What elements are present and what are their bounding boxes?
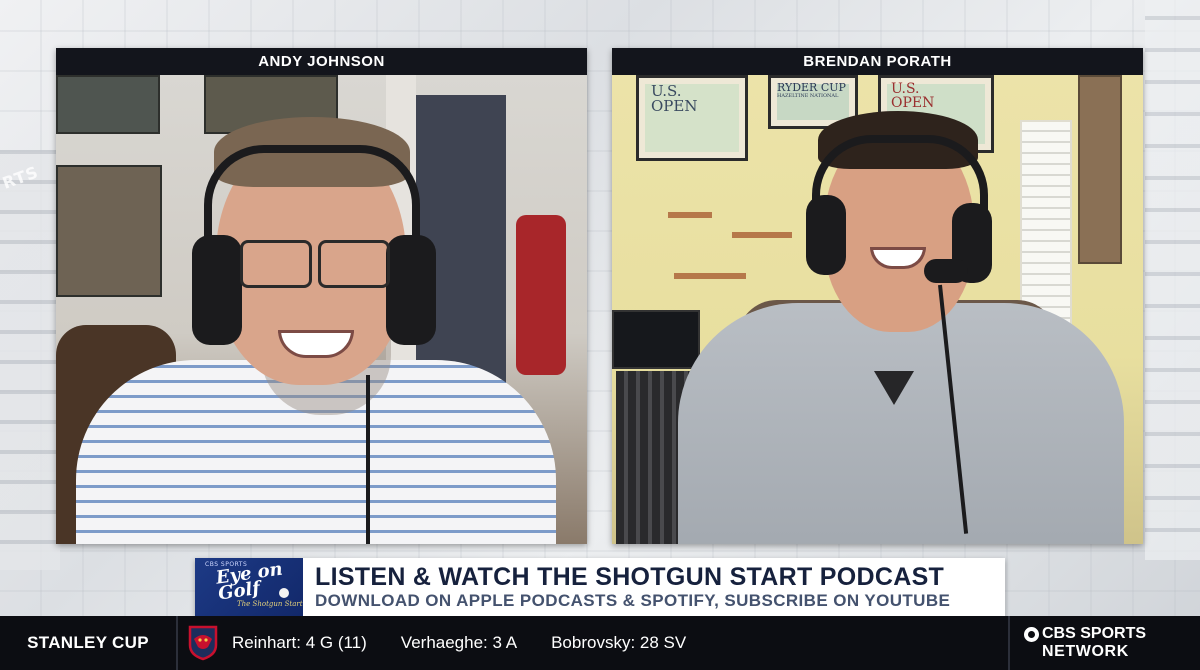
headphones-earcup: [806, 195, 846, 275]
ticker-stat: Reinhart: 4 G (11): [232, 633, 367, 652]
headphone-cable: [366, 375, 370, 544]
golf-ball-icon: [279, 588, 289, 598]
video-panel-left: ANDY JOHNSON: [56, 48, 587, 544]
cbs-sports-network-logo: CBS SPORTS NETWORK: [1008, 616, 1200, 670]
ticker-stat: Verhaeghe: 3 A: [400, 633, 518, 652]
headphones-earcup: [192, 235, 242, 345]
host-brendan: [612, 75, 1143, 544]
video-panel-right: BRENDAN PORATH U.S. OPEN RYDER CUP HAZEL…: [612, 48, 1143, 544]
video-feed-left: [56, 75, 587, 544]
headphones-band: [204, 145, 420, 253]
score-ticker: STANLEY CUP Reinhart: 4 G (11) Verhaeghe…: [0, 616, 1200, 670]
promo-banner: CBS SPORTS Eye on Golf The Shotgun Start…: [195, 558, 1005, 616]
glasses: [318, 240, 390, 288]
host-name-right: BRENDAN PORATH: [612, 48, 1143, 75]
video-feed-right: U.S. OPEN RYDER CUP HAZELTINE NATIONAL U…: [612, 75, 1143, 544]
banner-text: LISTEN & WATCH THE SHOTGUN START PODCAST…: [303, 558, 1005, 616]
glasses: [240, 240, 312, 288]
gray-hoodie: [678, 303, 1124, 544]
headphones-earcup: [386, 235, 436, 345]
eye-on-golf-logo: CBS SPORTS Eye on Golf The Shotgun Start: [195, 558, 303, 616]
ticker-stat: Bobrovsky: 28 SV: [551, 633, 687, 652]
panthers-icon: [186, 624, 220, 662]
cbs-eye-icon: [1024, 626, 1039, 642]
ticker-league-label: STANLEY CUP: [0, 616, 178, 670]
background-stairs-right: [1145, 0, 1200, 560]
host-name-left: ANDY JOHNSON: [56, 48, 587, 75]
banner-subline: DOWNLOAD ON APPLE PODCASTS & SPOTIFY, SU…: [315, 591, 951, 610]
banner-headline: LISTEN & WATCH THE SHOTGUN START PODCAST: [315, 563, 945, 591]
microphone: [924, 259, 968, 283]
background-stairs-left: [0, 150, 60, 570]
host-andy: [56, 75, 587, 544]
